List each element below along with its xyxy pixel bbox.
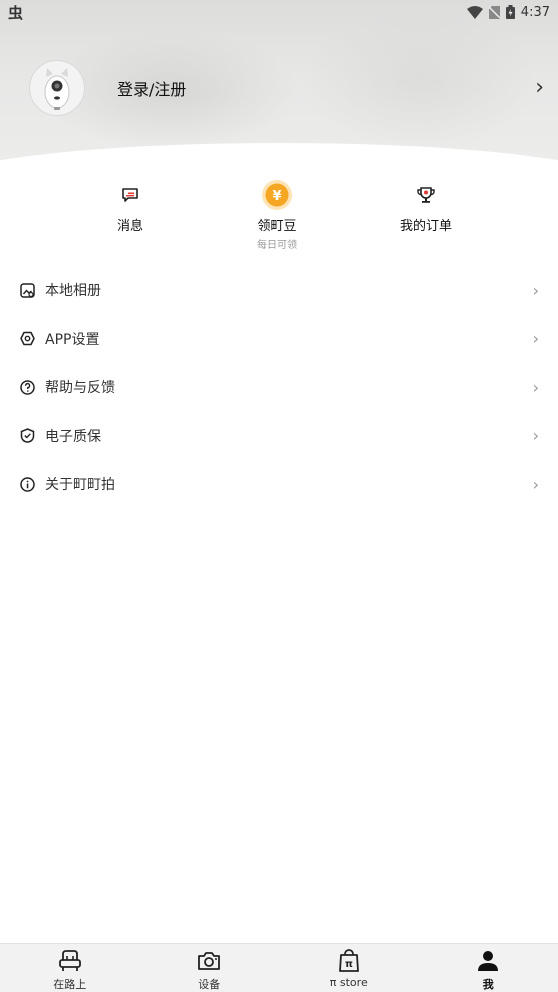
tab-label: π store bbox=[329, 976, 368, 989]
avatar[interactable] bbox=[29, 60, 85, 116]
tab-pi-store[interactable]: π π store bbox=[279, 944, 419, 992]
menu-item-label: 本地相册 bbox=[45, 283, 101, 300]
login-register-label[interactable]: 登录/注册 bbox=[117, 76, 186, 100]
menu-item-about[interactable]: 关于町町拍 › bbox=[0, 460, 558, 509]
status-icons: 4:37 bbox=[466, 4, 550, 20]
wifi-icon bbox=[466, 5, 483, 19]
app-notification-icon: 虫 bbox=[8, 3, 24, 22]
photo-album-icon bbox=[19, 283, 35, 298]
menu-item-label: 关于町町拍 bbox=[45, 477, 115, 494]
svg-text:¥: ¥ bbox=[272, 189, 281, 204]
tab-on-the-road[interactable]: 在路上 bbox=[0, 944, 140, 992]
my-orders-button[interactable]: 我的订单 bbox=[366, 178, 486, 234]
settings-menu: 本地相册 › APP设置 › 帮助与反馈 › 电子质保 › 关于町町拍 › bbox=[0, 266, 558, 509]
messages-label: 消息 bbox=[116, 219, 143, 234]
trophy-icon bbox=[417, 187, 435, 203]
tab-me[interactable]: 我 bbox=[419, 944, 558, 992]
no-sim-icon bbox=[488, 5, 500, 19]
tab-label: 在路上 bbox=[53, 978, 87, 991]
chevron-right-icon: › bbox=[532, 474, 539, 494]
chevron-right-icon: › bbox=[532, 280, 539, 300]
menu-item-local-album[interactable]: 本地相册 › bbox=[0, 266, 558, 315]
claim-beans-subtext: 每日可领 bbox=[257, 240, 297, 251]
quick-actions: 消息 ¥ 领町豆 每日可领 我的订单 bbox=[0, 178, 558, 251]
menu-item-label: 帮助与反馈 bbox=[45, 380, 115, 397]
claim-beans-button[interactable]: ¥ 领町豆 每日可领 bbox=[217, 178, 337, 251]
menu-item-help-feedback[interactable]: 帮助与反馈 › bbox=[0, 363, 558, 412]
menu-item-app-settings[interactable]: APP设置 › bbox=[0, 315, 558, 364]
status-bar: 虫 4:37 bbox=[0, 0, 558, 24]
menu-item-label: APP设置 bbox=[45, 331, 100, 348]
bottom-navigation: 在路上 设备 π π store 我 bbox=[0, 943, 558, 992]
messages-button[interactable]: 消息 bbox=[70, 178, 190, 234]
my-orders-label: 我的订单 bbox=[399, 219, 452, 234]
info-icon bbox=[19, 477, 35, 492]
robot-camera-avatar bbox=[44, 68, 70, 110]
camera-icon bbox=[198, 952, 221, 970]
chevron-right-icon: › bbox=[532, 426, 539, 446]
chevron-right-icon: › bbox=[532, 329, 539, 349]
car-seat-icon bbox=[58, 950, 81, 971]
battery-charging-icon bbox=[505, 5, 515, 19]
menu-item-e-warranty[interactable]: 电子质保 › bbox=[0, 412, 558, 461]
chevron-right-icon: › bbox=[532, 377, 539, 397]
message-icon bbox=[122, 188, 138, 202]
shield-check-icon bbox=[20, 428, 34, 444]
tab-label: 设备 bbox=[198, 978, 221, 991]
tab-devices[interactable]: 设备 bbox=[140, 944, 280, 992]
chevron-right-icon[interactable]: › bbox=[535, 77, 544, 99]
svg-text:π: π bbox=[345, 959, 353, 970]
claim-beans-label: 领町豆 bbox=[257, 219, 297, 234]
person-icon bbox=[478, 951, 499, 971]
status-time: 4:37 bbox=[520, 4, 550, 20]
store-bag-icon: π bbox=[338, 949, 359, 972]
profile-login-row[interactable]: 登录/注册 › bbox=[0, 58, 558, 118]
settings-icon bbox=[19, 332, 35, 346]
help-icon bbox=[19, 380, 35, 395]
tab-label: 我 bbox=[482, 978, 494, 991]
menu-item-label: 电子质保 bbox=[45, 428, 101, 445]
coin-icon: ¥ bbox=[262, 180, 292, 210]
